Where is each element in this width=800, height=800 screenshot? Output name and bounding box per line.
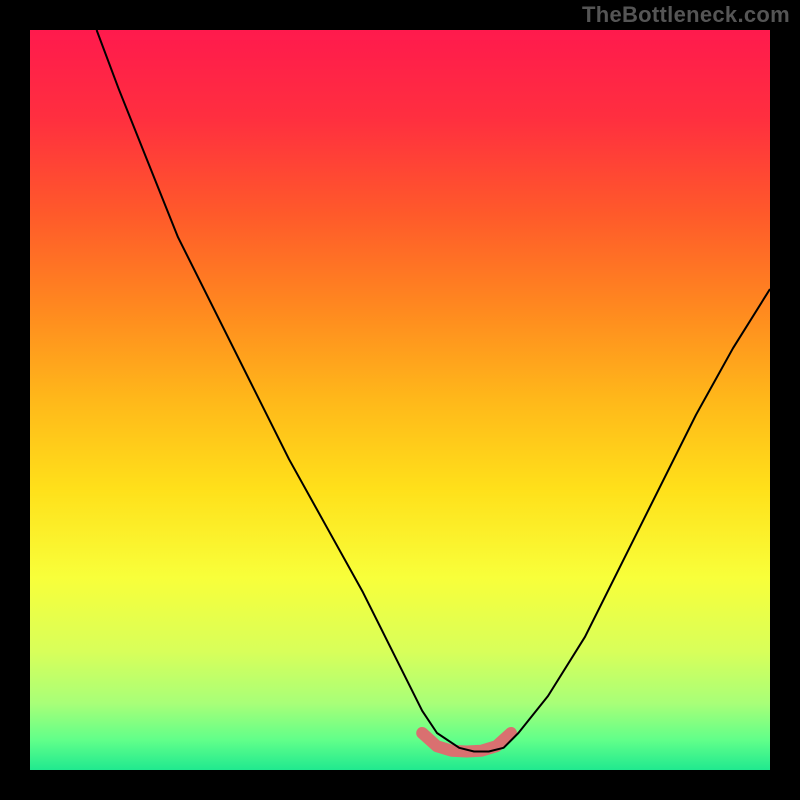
gradient-background — [30, 30, 770, 770]
plot-area — [30, 30, 770, 770]
watermark-text: TheBottleneck.com — [582, 2, 790, 28]
chart-svg — [30, 30, 770, 770]
chart-frame: TheBottleneck.com — [0, 0, 800, 800]
